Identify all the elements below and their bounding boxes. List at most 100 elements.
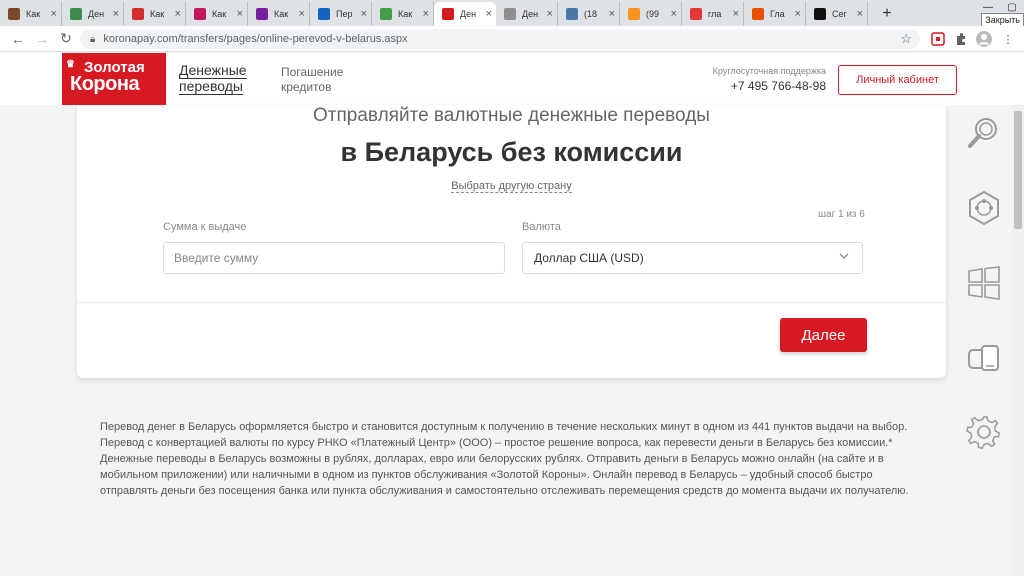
- seo-description: Перевод денег в Беларусь оформляется быс…: [100, 421, 909, 497]
- logo-line2: Корона: [70, 73, 140, 95]
- folder-icon: [318, 8, 330, 20]
- browser-tab[interactable]: (18 ×: [558, 2, 620, 26]
- close-tab-icon[interactable]: ×: [175, 8, 181, 20]
- close-tab-icon[interactable]: ×: [299, 8, 305, 20]
- browser-tab[interactable]: Ден ×: [62, 2, 124, 26]
- close-tab-icon[interactable]: ×: [733, 8, 739, 20]
- reload-icon[interactable]: ↻: [54, 27, 78, 51]
- browser-toolbar: ← → ↻ 🔒︎ koronapay.com/transfers/pages/o…: [0, 26, 1024, 52]
- extension-icon[interactable]: [930, 31, 946, 47]
- yandex-icon: [690, 8, 702, 20]
- a-icon: [814, 8, 826, 20]
- squares-icon: [194, 8, 206, 20]
- close-tab-icon[interactable]: ×: [857, 8, 863, 20]
- support-info: Круглосуточная поддержка +7 495 766-48-9…: [700, 66, 826, 93]
- close-tab-icon[interactable]: ×: [361, 8, 367, 20]
- forward-arrow-icon[interactable]: →: [30, 27, 54, 51]
- puzzle-icon[interactable]: [953, 31, 969, 47]
- close-tab-icon[interactable]: ×: [486, 8, 492, 20]
- close-tab-icon[interactable]: ×: [547, 8, 553, 20]
- maximize-icon[interactable]: ▢: [1000, 0, 1024, 14]
- profile-avatar-icon[interactable]: [976, 31, 992, 47]
- settings-gear-icon[interactable]: [966, 415, 1002, 451]
- form-subtitle: Отправляйте валютные денежные переводы: [313, 105, 710, 126]
- ok-icon: [628, 8, 640, 20]
- nav-loan-repayment[interactable]: Погашение кредитов: [281, 65, 343, 95]
- step-indicator: шаг 1 из 6: [818, 209, 865, 220]
- zolotaya-korona-logo[interactable]: ♛ Золотая Корона: [62, 53, 166, 105]
- nav-loans-line2: кредитов: [281, 80, 332, 94]
- amount-input[interactable]: [163, 242, 505, 274]
- browser-tab[interactable]: Как ×: [124, 2, 186, 26]
- close-tab-icon[interactable]: ×: [671, 8, 677, 20]
- close-tab-icon[interactable]: ×: [113, 8, 119, 20]
- new-tab-icon[interactable]: +: [876, 2, 898, 26]
- tab-title: Ден: [88, 9, 105, 19]
- address-bar[interactable]: 🔒︎ koronapay.com/transfers/pages/online-…: [80, 29, 920, 49]
- browser-tab[interactable]: Ден ×: [496, 2, 558, 26]
- url-text: koronapay.com/transfers/pages/online-per…: [103, 33, 408, 45]
- next-button[interactable]: Далее: [780, 318, 867, 352]
- close-tab-icon[interactable]: ×: [51, 8, 57, 20]
- browser-tab[interactable]: Сег ×: [806, 2, 868, 26]
- browser-tab[interactable]: Как ×: [372, 2, 434, 26]
- personal-cabinet-button[interactable]: Личный кабинет: [838, 65, 957, 95]
- tab-title: Пер: [336, 9, 353, 19]
- minimize-icon[interactable]: —: [976, 0, 1000, 14]
- arrow-icon: [380, 8, 392, 20]
- tab-title: Гла: [770, 9, 785, 19]
- browser-tab-bar: Как × Ден × Как × Как × Как × Пер × Как × Ден × Ден × (18 ×…: [0, 0, 1024, 26]
- form-divider: [77, 302, 946, 303]
- change-country-link-wrap: Выбрать другую страну: [77, 180, 946, 193]
- browser-tab[interactable]: (99 ×: [620, 2, 682, 26]
- tab-title: Как: [150, 9, 165, 19]
- site-header: ♛ Золотая Корона Денежные переводы Погаш…: [0, 53, 1024, 105]
- vk-icon: [566, 8, 578, 20]
- network-icon[interactable]: [966, 190, 1002, 226]
- browser-tab[interactable]: гла ×: [682, 2, 744, 26]
- hat-icon: [8, 8, 20, 20]
- browser-tab[interactable]: Пер ×: [310, 2, 372, 26]
- tab-title: Как: [212, 9, 227, 19]
- magnifier-icon[interactable]: [966, 115, 1002, 151]
- doc-icon: [504, 8, 516, 20]
- devices-icon[interactable]: [966, 340, 1002, 376]
- tab-title: (99: [646, 9, 660, 19]
- windows-icon[interactable]: [966, 265, 1002, 301]
- close-tab-icon[interactable]: ×: [423, 8, 429, 20]
- page-scrollbar[interactable]: [1012, 105, 1024, 576]
- window-controls: — ▢: [976, 0, 1024, 14]
- transfer-form-card: Отправляйте валютные денежные переводы в…: [77, 105, 946, 378]
- nav-money-transfers[interactable]: Денежные переводы: [179, 62, 247, 95]
- browser-tab[interactable]: Ден ×: [434, 2, 496, 26]
- browser-tab[interactable]: Как ×: [186, 2, 248, 26]
- nav-transfers-line1: Денежные: [179, 62, 247, 79]
- menu-dots-icon[interactable]: ⋮: [1000, 31, 1016, 47]
- close-tab-icon[interactable]: ×: [795, 8, 801, 20]
- change-country-link[interactable]: Выбрать другую страну: [451, 180, 572, 193]
- amount-label: Сумма к выдаче: [163, 221, 247, 233]
- browser-tab[interactable]: Как ×: [0, 2, 62, 26]
- currency-select[interactable]: Доллар США (USD): [522, 242, 863, 274]
- lock-icon: 🔒︎: [90, 33, 96, 45]
- back-arrow-icon[interactable]: ←: [6, 27, 30, 51]
- nav-loans-line1: Погашение: [281, 65, 344, 79]
- scrollbar-thumb[interactable]: [1014, 111, 1022, 229]
- v-icon: [256, 8, 268, 20]
- support-label: Круглосуточная поддержка: [712, 66, 826, 76]
- browser-tab[interactable]: Как ×: [248, 2, 310, 26]
- crown-icon: ♛: [66, 59, 75, 70]
- close-tab-icon[interactable]: ×: [609, 8, 615, 20]
- tab-title: Как: [26, 9, 41, 19]
- tab-title: Как: [398, 9, 413, 19]
- currency-value: Доллар США (USD): [534, 251, 644, 265]
- circle-icon: [132, 8, 144, 20]
- close-tab-icon[interactable]: ×: [237, 8, 243, 20]
- bookmark-star-icon[interactable]: ☆: [900, 31, 912, 47]
- crown-icon: [442, 8, 454, 20]
- browser-tab[interactable]: Гла ×: [744, 2, 806, 26]
- crown-icon: [752, 8, 764, 20]
- tab-title: (18: [584, 9, 598, 19]
- support-phone[interactable]: +7 495 766-48-98: [700, 79, 826, 93]
- side-icon-panel: [959, 105, 1009, 465]
